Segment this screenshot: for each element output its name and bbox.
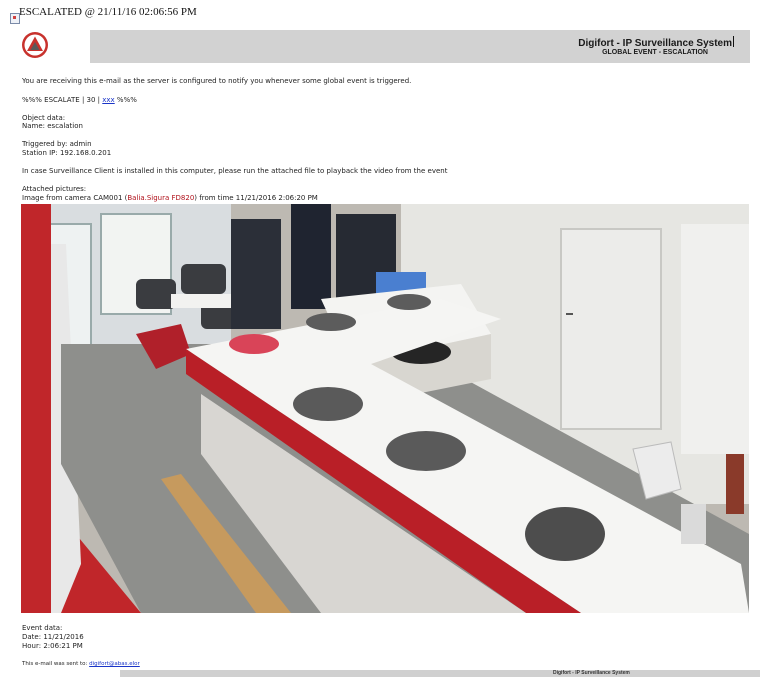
escalate-line: %%% ESCALATE | 30 | xxx %%% bbox=[22, 96, 137, 105]
object-name: Name: escalation bbox=[22, 122, 83, 130]
escalate-prefix: %%% ESCALATE | 30 | bbox=[22, 96, 103, 104]
intro-text: You are receiving this e-mail as the ser… bbox=[22, 77, 412, 85]
escalate-link[interactable]: xxx bbox=[102, 96, 114, 104]
attached-heading: Attached pictures: bbox=[22, 185, 87, 193]
triggered-by: Triggered by: admin bbox=[22, 140, 92, 148]
brand-title: Digifort - IP Surveillance System bbox=[578, 38, 732, 49]
event-hour: Hour: 2:06:21 PM bbox=[22, 642, 83, 650]
escalate-suffix: %%% bbox=[114, 96, 137, 104]
camera-snapshot-image[interactable] bbox=[21, 204, 749, 613]
digifort-logo-icon bbox=[22, 32, 48, 58]
sent-to-link[interactable]: digifort@abas.elor bbox=[89, 661, 140, 667]
brand-subtitle: GLOBAL EVENT - ESCALATION bbox=[602, 49, 708, 56]
email-subject: ESCALATED @ 21/11/16 02:06:56 PM bbox=[19, 6, 197, 18]
camera-model: Balia.Sigura FD820 bbox=[127, 194, 195, 202]
client-note: In case Surveillance Client is installed… bbox=[22, 167, 448, 175]
event-heading: Event data: bbox=[22, 624, 63, 632]
footer-banner bbox=[120, 670, 760, 677]
header-banner: Digifort - IP Surveillance System GLOBAL… bbox=[90, 30, 750, 63]
sent-to-line: This e-mail was sent to: digifort@abas.e… bbox=[22, 661, 140, 667]
broken-image-icon[interactable] bbox=[10, 13, 20, 24]
image-caption: Image from camera CAM001 (Balia.Sigura F… bbox=[22, 194, 318, 202]
event-date: Date: 11/21/2016 bbox=[22, 633, 84, 641]
station-ip: Station IP: 192.168.0.201 bbox=[22, 149, 112, 157]
footer-brand: Digifort - IP Surveillance System bbox=[553, 670, 630, 676]
